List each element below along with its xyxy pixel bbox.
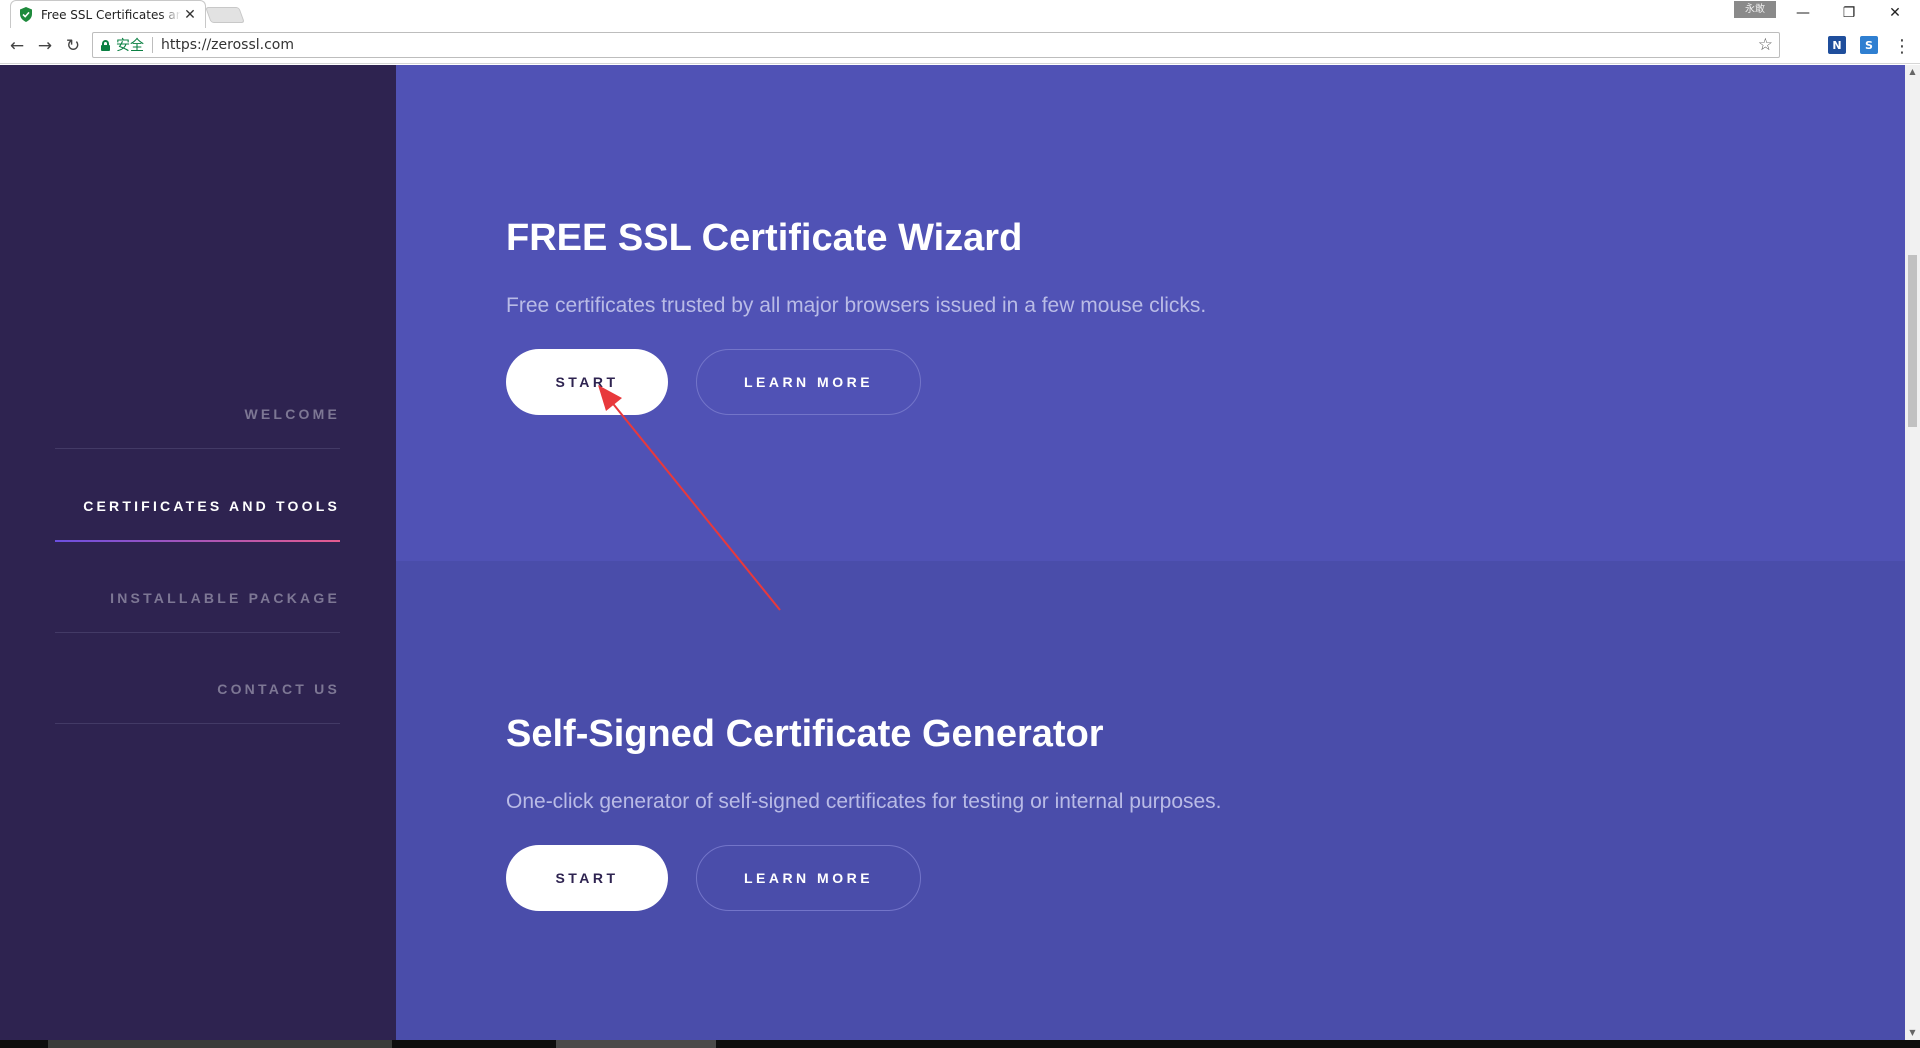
new-tab-button[interactable] <box>205 7 245 23</box>
scroll-down-icon[interactable]: ▼ <box>1905 1026 1920 1040</box>
section-title: FREE SSL Certificate Wizard <box>506 217 1023 259</box>
browser-tab[interactable]: Free SSL Certificates and SSL Tools - Ze… <box>10 0 206 28</box>
sidebar-nav: WELCOME CERTIFICATES AND TOOLS INSTALLAB… <box>0 65 396 1040</box>
back-icon[interactable]: ← <box>6 35 28 57</box>
tab-title: Free SSL Certificates and SSL Tools - Ze… <box>41 7 181 22</box>
url-separator <box>152 37 153 53</box>
url-text[interactable]: https://zerossl.com <box>161 37 294 53</box>
forward-icon[interactable]: → <box>34 35 56 57</box>
scroll-thumb[interactable] <box>1908 255 1917 427</box>
scroll-up-icon[interactable]: ▲ <box>1905 65 1920 79</box>
tab-close-icon[interactable]: ✕ <box>183 6 197 23</box>
section-title: Self-Signed Certificate Generator <box>506 713 1104 755</box>
restore-button[interactable]: ❐ <box>1826 0 1872 26</box>
page-scrollbar[interactable]: ▲ ▼ <box>1905 65 1920 1040</box>
taskbar-item[interactable] <box>556 1040 716 1048</box>
bookmark-star-icon[interactable]: ☆ <box>1758 35 1773 55</box>
reload-icon[interactable]: ↻ <box>62 35 84 57</box>
sidebar-item-installable-package[interactable]: INSTALLABLE PACKAGE <box>55 590 340 633</box>
start-button[interactable]: START <box>506 845 668 911</box>
browser-titlebar: Free SSL Certificates and SSL Tools - Ze… <box>0 0 1920 28</box>
sidebar-item-certificates-and-tools[interactable]: CERTIFICATES AND TOOLS <box>55 498 340 542</box>
browser-toolbar: ← → ↻ 安全 https://zerossl.com ☆ N S ⋮ <box>0 28 1920 64</box>
self-signed-section: Self-Signed Certificate Generator One-cl… <box>396 561 1905 1040</box>
profile-badge[interactable]: 永敢 <box>1734 1 1776 18</box>
shield-icon <box>20 7 32 22</box>
extension-s-icon[interactable]: S <box>1860 36 1878 54</box>
start-button[interactable]: START <box>506 349 668 415</box>
main-content: FREE SSL Certificate Wizard Free certifi… <box>396 65 1905 1040</box>
ssl-wizard-section: FREE SSL Certificate Wizard Free certifi… <box>396 65 1905 561</box>
os-taskbar <box>0 1040 1920 1048</box>
extension-n-icon[interactable]: N <box>1828 36 1846 54</box>
close-window-button[interactable]: ✕ <box>1872 0 1918 26</box>
address-bar[interactable]: 安全 https://zerossl.com ☆ <box>92 32 1780 58</box>
section-description: Free certificates trusted by all major b… <box>506 294 1207 317</box>
taskbar-item[interactable] <box>48 1040 392 1048</box>
page-viewport: WELCOME CERTIFICATES AND TOOLS INSTALLAB… <box>0 65 1905 1040</box>
lock-icon <box>101 39 110 51</box>
sidebar-item-welcome[interactable]: WELCOME <box>55 406 340 449</box>
minimize-button[interactable]: — <box>1780 0 1826 26</box>
learn-more-button[interactable]: LEARN MORE <box>696 349 921 415</box>
secure-label: 安全 <box>116 38 144 54</box>
section-description: One-click generator of self-signed certi… <box>506 790 1222 813</box>
browser-menu-icon[interactable]: ⋮ <box>1893 35 1911 57</box>
sidebar-item-contact-us[interactable]: CONTACT US <box>55 681 340 724</box>
learn-more-button[interactable]: LEARN MORE <box>696 845 921 911</box>
